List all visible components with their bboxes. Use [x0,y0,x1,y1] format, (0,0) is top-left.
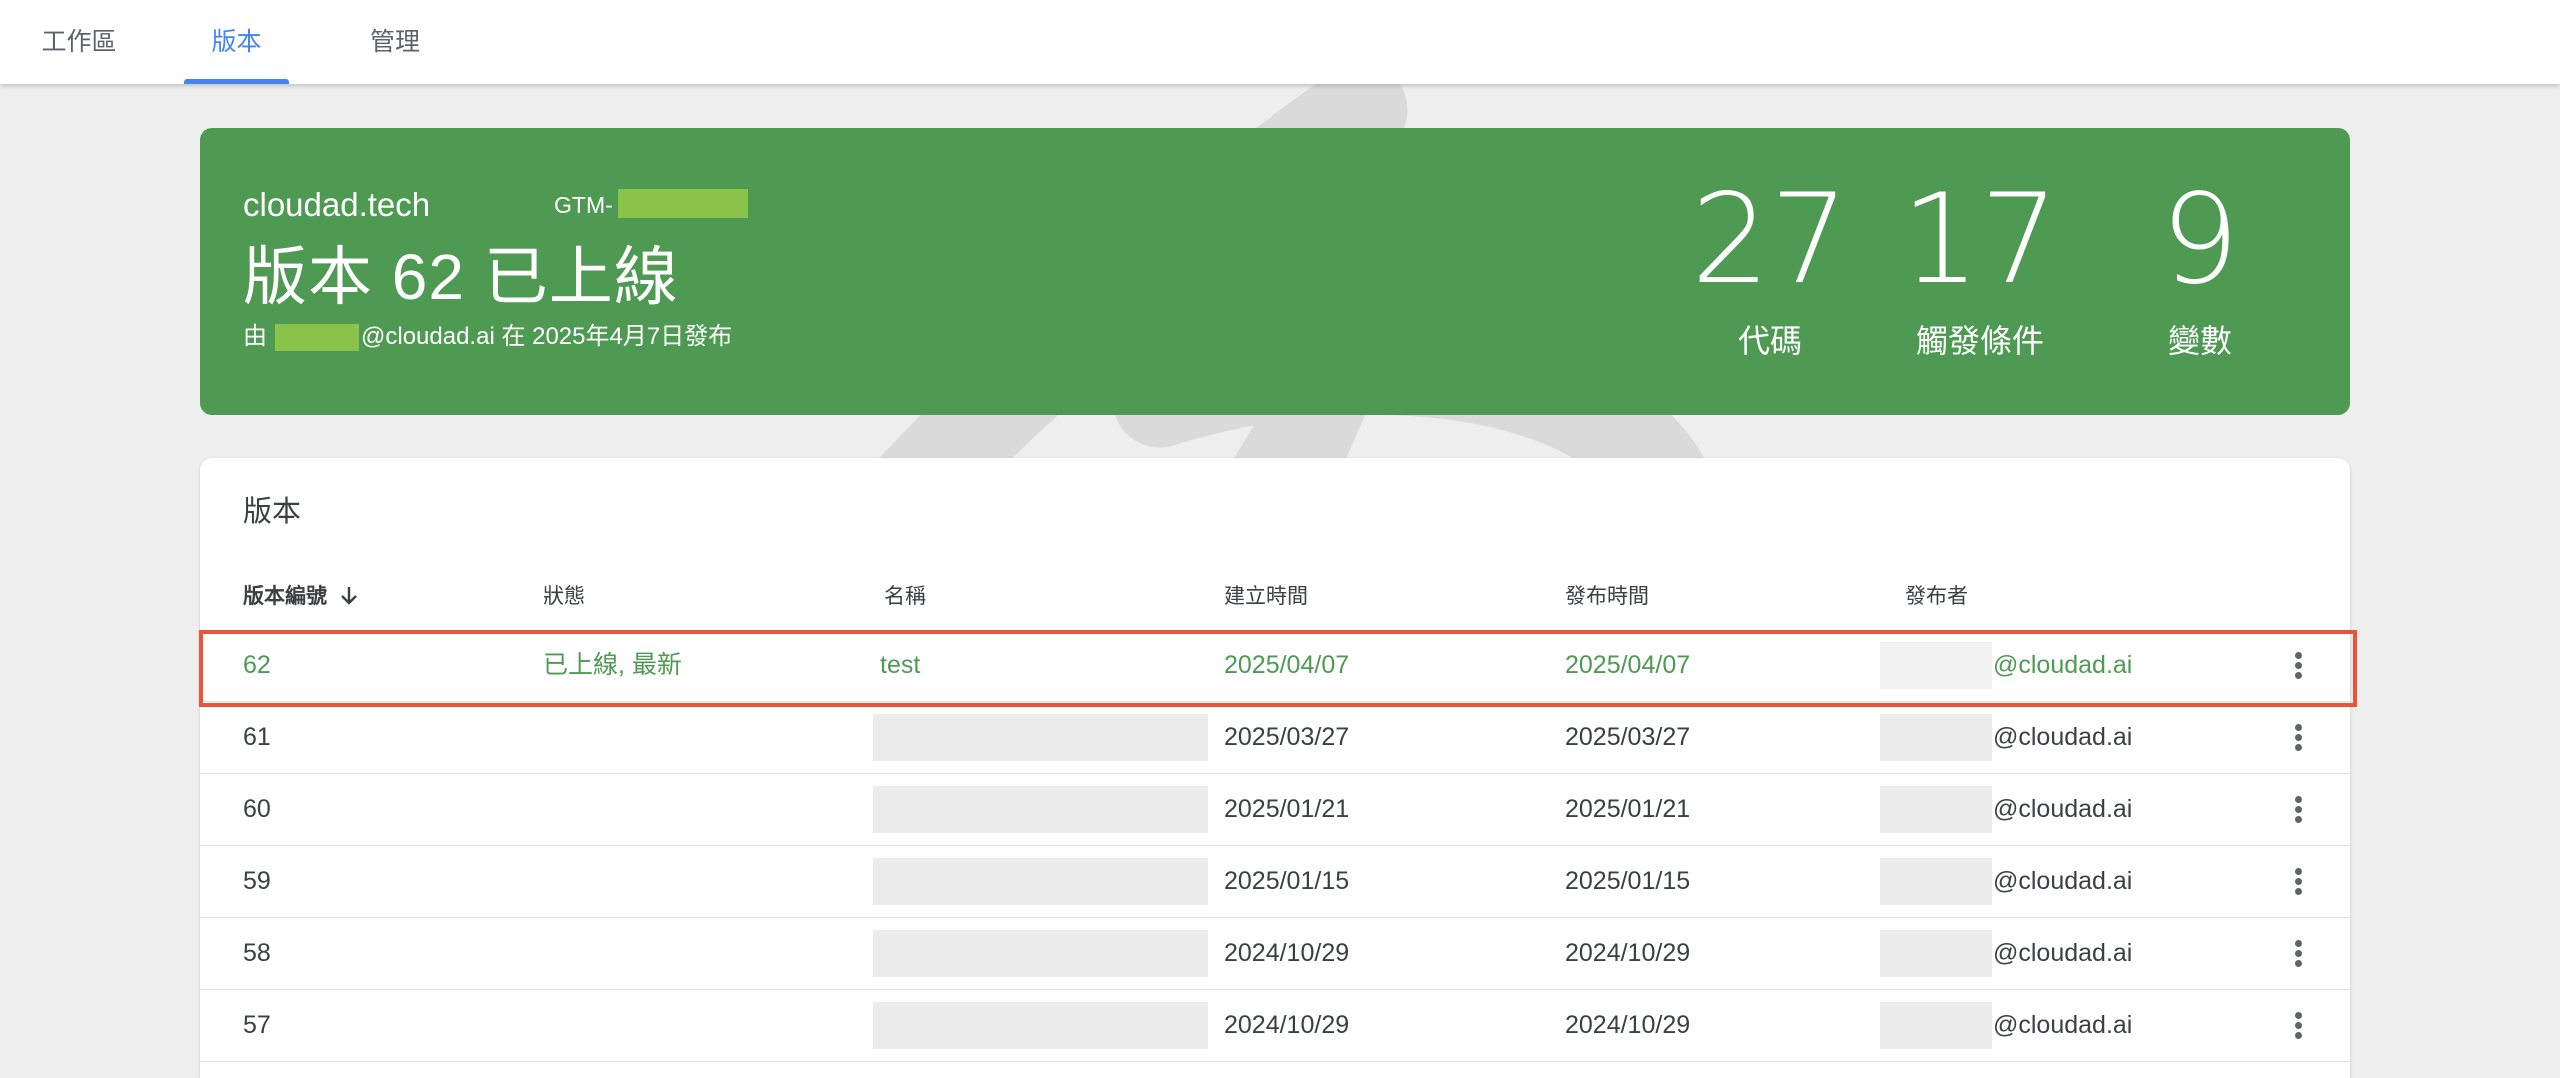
version-created: 2025/03/27 [1224,723,1350,751]
redacted-version-name [873,930,1208,977]
column-header-created[interactable]: 建立時間 [1224,580,1308,610]
column-header-status[interactable]: 狀態 [543,580,585,610]
tab-admin[interactable]: 管理 [340,0,450,84]
version-published: 2024/10/29 [1565,1011,1691,1039]
more-vert-icon[interactable] [2283,938,2313,970]
versions-table-title: 版本 [243,496,302,528]
version-number: 62 [243,651,271,679]
redacted-publisher [1880,858,1992,905]
table-row[interactable]: 58 2024/10/29 2024/10/29 @cloudad.ai [200,918,2350,990]
version-number: 61 [243,723,271,751]
container-site-name: cloudad.tech [243,186,431,223]
stat-triggers: 17 觸發條件 [1860,178,2100,362]
redacted-publisher [1880,714,1992,761]
column-header-version-number[interactable]: 版本編號 [243,580,359,610]
stat-triggers-label: 觸發條件 [1915,323,2044,359]
stat-tags: 27 代碼 [1670,178,1870,362]
redacted-publisher [1880,642,1992,689]
stat-variables: 9 變數 [2100,178,2300,362]
version-publisher: @cloudad.ai [1993,1011,2133,1039]
stat-triggers-count: 17 [1901,168,2059,312]
version-publisher: @cloudad.ai [1993,795,2133,823]
version-publisher: @cloudad.ai [1993,651,2133,679]
redacted-version-name [873,858,1208,905]
stat-variables-count: 9 [2160,168,2240,312]
tab-versions[interactable]: 版本 [184,0,289,84]
version-number: 57 [243,1011,271,1039]
version-created: 2025/04/07 [1224,651,1350,679]
stat-tags-count: 27 [1691,168,1849,312]
redacted-publisher [1880,786,1992,833]
redacted-version-name [873,786,1208,833]
column-header-name[interactable]: 名稱 [884,580,926,610]
stat-tags-label: 代碼 [1737,323,1802,359]
version-created: 2024/10/29 [1224,939,1350,967]
column-header-publisher[interactable]: 發布者 [1905,580,1968,610]
redacted-publisher [1880,1002,1992,1049]
version-publisher: @cloudad.ai [1993,867,2133,895]
publish-suffix: @cloudad.ai 在 2025年4月7日發布 [361,323,733,350]
table-row[interactable]: 57 2024/10/29 2024/10/29 @cloudad.ai [200,990,2350,1062]
column-header-version-number-label: 版本編號 [243,585,327,608]
tab-workspace[interactable]: 工作區 [20,0,138,84]
redacted-publisher [1880,930,1992,977]
version-number: 58 [243,939,271,967]
version-name: test [880,651,921,679]
publish-info: 由 @cloudad.ai 在 2025年4月7日發布 [243,316,733,352]
arrow-down-icon [340,587,357,605]
more-vert-icon[interactable] [2283,722,2313,754]
version-published: 2025/04/07 [1565,651,1691,679]
more-vert-icon[interactable] [2283,794,2313,826]
column-header-published[interactable]: 發布時間 [1565,580,1649,610]
version-published: 2025/03/27 [1565,723,1691,751]
version-published: 2025/01/15 [1565,867,1691,895]
version-created: 2024/10/29 [1224,1011,1350,1039]
live-version-title: 版本 62 已上線 [243,241,679,313]
version-published: 2024/10/29 [1565,939,1691,967]
version-publisher: @cloudad.ai [1993,723,2133,751]
redacted-publisher [275,324,359,352]
publish-prefix: 由 [243,323,267,350]
live-version-summary-card: cloudad.tech GTM- 版本 62 已上線 由 @cloudad.ai… [200,128,2350,415]
version-created: 2025/01/21 [1224,795,1350,823]
version-number: 59 [243,867,271,895]
more-vert-icon[interactable] [2283,650,2313,682]
table-row[interactable]: 59 2025/01/15 2025/01/15 @cloudad.ai [200,846,2350,918]
more-vert-icon[interactable] [2283,1010,2313,1042]
version-status: 已上線, 最新 [543,651,682,679]
more-vert-icon[interactable] [2283,866,2313,898]
version-publisher: @cloudad.ai [1993,939,2133,967]
container-id-prefix: GTM- [554,192,613,218]
version-published: 2025/01/21 [1565,795,1691,823]
active-tab-indicator [184,79,289,84]
redacted-container-id [618,189,748,218]
redacted-version-name [873,714,1208,761]
redacted-version-name [873,1002,1208,1049]
versions-table-card: 版本 版本編號 狀態 名稱 建立時間 發布時間 發布者 62 已上線, 最新 t… [200,458,2350,1078]
table-row[interactable]: 62 已上線, 最新 test 2025/04/07 2025/04/07 @c… [200,630,2350,702]
top-tab-bar: 工作區 版本 管理 [0,0,2560,84]
table-row[interactable]: 61 2025/03/27 2025/03/27 @cloudad.ai [200,702,2350,774]
table-row[interactable]: 60 2025/01/21 2025/01/21 @cloudad.ai [200,774,2350,846]
stat-variables-label: 變數 [2167,323,2232,359]
version-number: 60 [243,795,271,823]
version-created: 2025/01/15 [1224,867,1350,895]
